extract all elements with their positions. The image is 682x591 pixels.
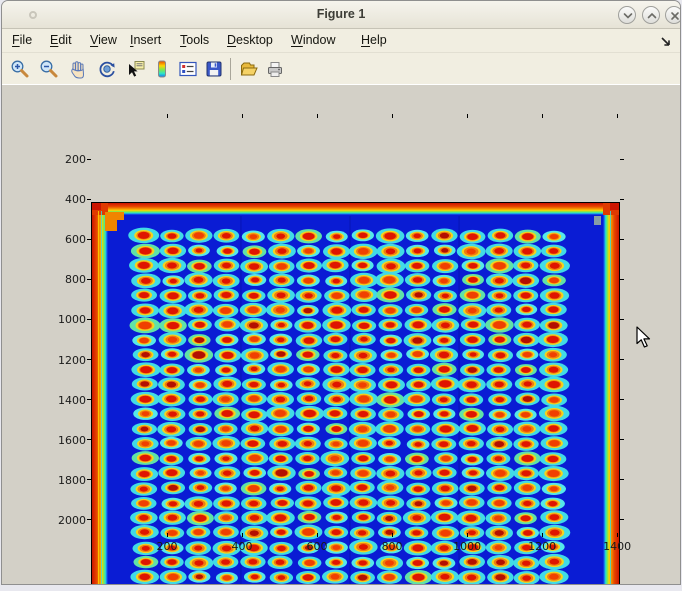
y-tick — [87, 439, 91, 440]
menu-bar: File Edit View Insert Tools Desktop Window Help — [2, 29, 680, 53]
y-tick-right — [620, 279, 624, 280]
maximize-button[interactable] — [642, 6, 660, 24]
mouse-cursor-icon — [636, 326, 653, 349]
x-tick — [542, 533, 543, 537]
x-tick-top — [167, 114, 168, 118]
data-cursor-icon[interactable] — [124, 57, 148, 81]
dock-arrow-icon[interactable] — [659, 35, 672, 48]
zoom-in-icon[interactable] — [8, 57, 32, 81]
x-tick — [467, 533, 468, 537]
figure-canvas-area: 200 400 600 800 1000 1200 1400 200 400 600 800 1000… — [2, 85, 680, 585]
x-tick-top — [617, 114, 618, 118]
y-tick — [87, 159, 91, 160]
y-tick-label: 200 — [46, 153, 86, 166]
y-tick-right — [620, 439, 624, 440]
x-tick — [167, 533, 168, 537]
y-tick — [87, 479, 91, 480]
menu-insert[interactable]: Insert — [130, 33, 161, 47]
y-tick-label: 800 — [46, 273, 86, 286]
x-tick-label: 800 — [370, 540, 414, 553]
menu-desktop[interactable]: Desktop — [227, 33, 273, 47]
menu-file[interactable]: File — [12, 33, 32, 47]
y-tick — [87, 279, 91, 280]
y-tick-label: 400 — [46, 193, 86, 206]
pan-icon[interactable] — [66, 57, 90, 81]
x-tick-label: 1200 — [520, 540, 564, 553]
x-tick-top — [542, 114, 543, 118]
y-tick-label: 600 — [46, 233, 86, 246]
menu-window[interactable]: Window — [291, 33, 335, 47]
x-tick-label: 600 — [295, 540, 339, 553]
chevron-up-icon — [644, 8, 660, 24]
minimize-button[interactable] — [618, 6, 636, 24]
window-title: Figure 1 — [2, 7, 680, 21]
x-tick-label: 200 — [145, 540, 189, 553]
x-tick-top — [317, 114, 318, 118]
plot-canvas[interactable] — [92, 203, 619, 585]
y-tick-right — [620, 479, 624, 480]
x-tick-label: 400 — [220, 540, 264, 553]
y-tick-right — [620, 319, 624, 320]
x-tick-label: 1400 — [595, 540, 639, 553]
close-icon — [667, 8, 681, 24]
y-tick-right — [620, 519, 624, 520]
x-tick — [392, 533, 393, 537]
y-tick-right — [620, 399, 624, 400]
chevron-down-icon — [620, 8, 636, 24]
menu-edit[interactable]: Edit — [50, 33, 72, 47]
toolbar-separator — [230, 58, 231, 80]
menu-help[interactable]: Help — [361, 33, 387, 47]
open-file-icon[interactable] — [237, 57, 261, 81]
x-tick — [317, 533, 318, 537]
y-tick-label: 1800 — [46, 474, 86, 487]
x-tick-label: 1000 — [445, 540, 489, 553]
menu-tools[interactable]: Tools — [180, 33, 209, 47]
x-tick — [617, 533, 618, 537]
y-tick-right — [620, 159, 624, 160]
y-tick-right — [620, 239, 624, 240]
plot-axes — [91, 202, 620, 585]
insert-colorbar-icon[interactable] — [150, 57, 174, 81]
y-tick — [87, 519, 91, 520]
y-tick — [87, 199, 91, 200]
y-tick-right — [620, 359, 624, 360]
y-tick-label: 2000 — [46, 514, 86, 527]
figure-window: Figure 1 File Edit View Insert Tools Desktop W… — [1, 0, 681, 585]
y-tick — [87, 319, 91, 320]
y-tick-label: 1400 — [46, 394, 86, 407]
x-tick — [242, 533, 243, 537]
x-tick-top — [392, 114, 393, 118]
x-tick-top — [242, 114, 243, 118]
zoom-out-icon[interactable] — [37, 57, 61, 81]
y-tick-right — [620, 199, 624, 200]
y-tick — [87, 359, 91, 360]
y-tick-label: 1000 — [46, 313, 86, 326]
title-bar: Figure 1 — [2, 1, 680, 29]
y-tick-label: 1600 — [46, 434, 86, 447]
rotate-3d-icon[interactable] — [95, 57, 119, 81]
y-tick — [87, 239, 91, 240]
y-tick-label: 1200 — [46, 354, 86, 367]
menu-view[interactable]: View — [90, 33, 117, 47]
insert-legend-icon[interactable] — [176, 57, 200, 81]
close-button[interactable] — [665, 6, 681, 24]
save-figure-icon[interactable] — [202, 57, 226, 81]
x-tick-top — [467, 114, 468, 118]
y-tick — [87, 399, 91, 400]
print-figure-icon[interactable] — [263, 57, 287, 81]
figure-toolbar — [2, 53, 680, 85]
